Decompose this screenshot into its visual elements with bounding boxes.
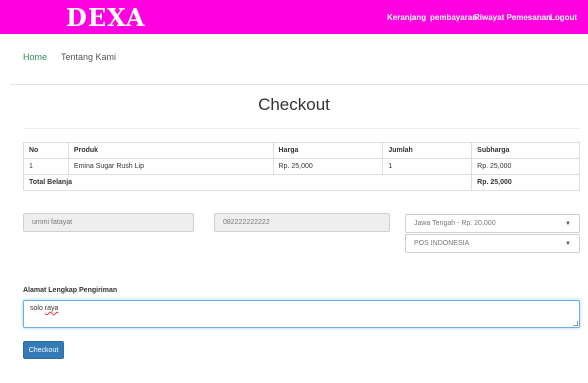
name-field[interactable]: ummi fatayat bbox=[23, 213, 194, 232]
name-value: ummi fatayat bbox=[32, 219, 73, 226]
courier-value: POS INDONESIA bbox=[414, 240, 470, 247]
cell-harga: Rp. 25,000 bbox=[272, 158, 384, 175]
column-header-subharga: Subharga bbox=[471, 142, 580, 159]
courier-select[interactable]: POS INDONESIA ▼ bbox=[405, 234, 580, 253]
cart-table: No Produk Harga Jumlah Subharga 1 Emina … bbox=[22, 142, 580, 191]
page-title: Checkout bbox=[258, 95, 330, 114]
resize-handle[interactable] bbox=[573, 321, 578, 326]
column-header-produk: Produk bbox=[67, 142, 274, 159]
address-text-word: solo bbox=[30, 305, 43, 312]
chevron-down-icon: ▼ bbox=[565, 220, 571, 227]
top-navbar: DEXA Keranjang pembayaran Riwayat Pemesa… bbox=[0, 0, 588, 34]
phone-value: 082222222222 bbox=[223, 219, 270, 226]
nav-link-logout[interactable]: Logout bbox=[550, 13, 577, 22]
address-label: Alamat Lengkap Pengiriman bbox=[23, 287, 118, 294]
cell-produk: Emina Sugar Rush Lip bbox=[67, 158, 274, 175]
shipping-cost-select[interactable]: Jawa Tengah - Rp. 20,000 ▼ bbox=[405, 214, 580, 233]
chevron-down-icon: ▼ bbox=[565, 240, 571, 247]
nav-link-keranjang[interactable]: Keranjang bbox=[387, 13, 426, 22]
divider bbox=[10, 84, 588, 85]
shipping-cost-value: Jawa Tengah - Rp. 20,000 bbox=[414, 220, 496, 227]
cell-subharga: Rp. 25,000 bbox=[471, 158, 580, 175]
column-header-harga: Harga bbox=[272, 142, 384, 159]
total-label: Total Belanja bbox=[22, 174, 473, 191]
cell-no: 1 bbox=[23, 158, 69, 175]
column-header-jumlah: Jumlah bbox=[382, 142, 473, 159]
column-header-no: No bbox=[23, 142, 69, 159]
address-textarea[interactable]: solo raya bbox=[23, 300, 580, 328]
title-divider bbox=[23, 128, 580, 129]
cell-jumlah: 1 bbox=[382, 158, 473, 175]
nav-link-riwayat-pemesanan[interactable]: Riwayat Pemesanan bbox=[474, 13, 551, 22]
address-text-word-misspelled: raya bbox=[44, 305, 59, 312]
checkout-button[interactable]: Checkout bbox=[23, 341, 64, 359]
phone-field[interactable]: 082222222222 bbox=[214, 213, 390, 232]
table-header-row: No Produk Harga Jumlah Subharga bbox=[23, 142, 580, 159]
total-row: Total Belanja Rp. 25,000 bbox=[22, 174, 580, 191]
total-value: Rp. 25,000 bbox=[471, 174, 580, 191]
subnav-link-tentang-kami[interactable]: Tentang Kami bbox=[61, 52, 116, 62]
table-row: 1 Emina Sugar Rush Lip Rp. 25,000 1 Rp. … bbox=[23, 158, 580, 175]
subnav-link-home[interactable]: Home bbox=[23, 52, 47, 62]
brand-logo[interactable]: DEXA bbox=[66, 3, 146, 32]
nav-link-pembayaran[interactable]: pembayaran bbox=[430, 13, 477, 22]
